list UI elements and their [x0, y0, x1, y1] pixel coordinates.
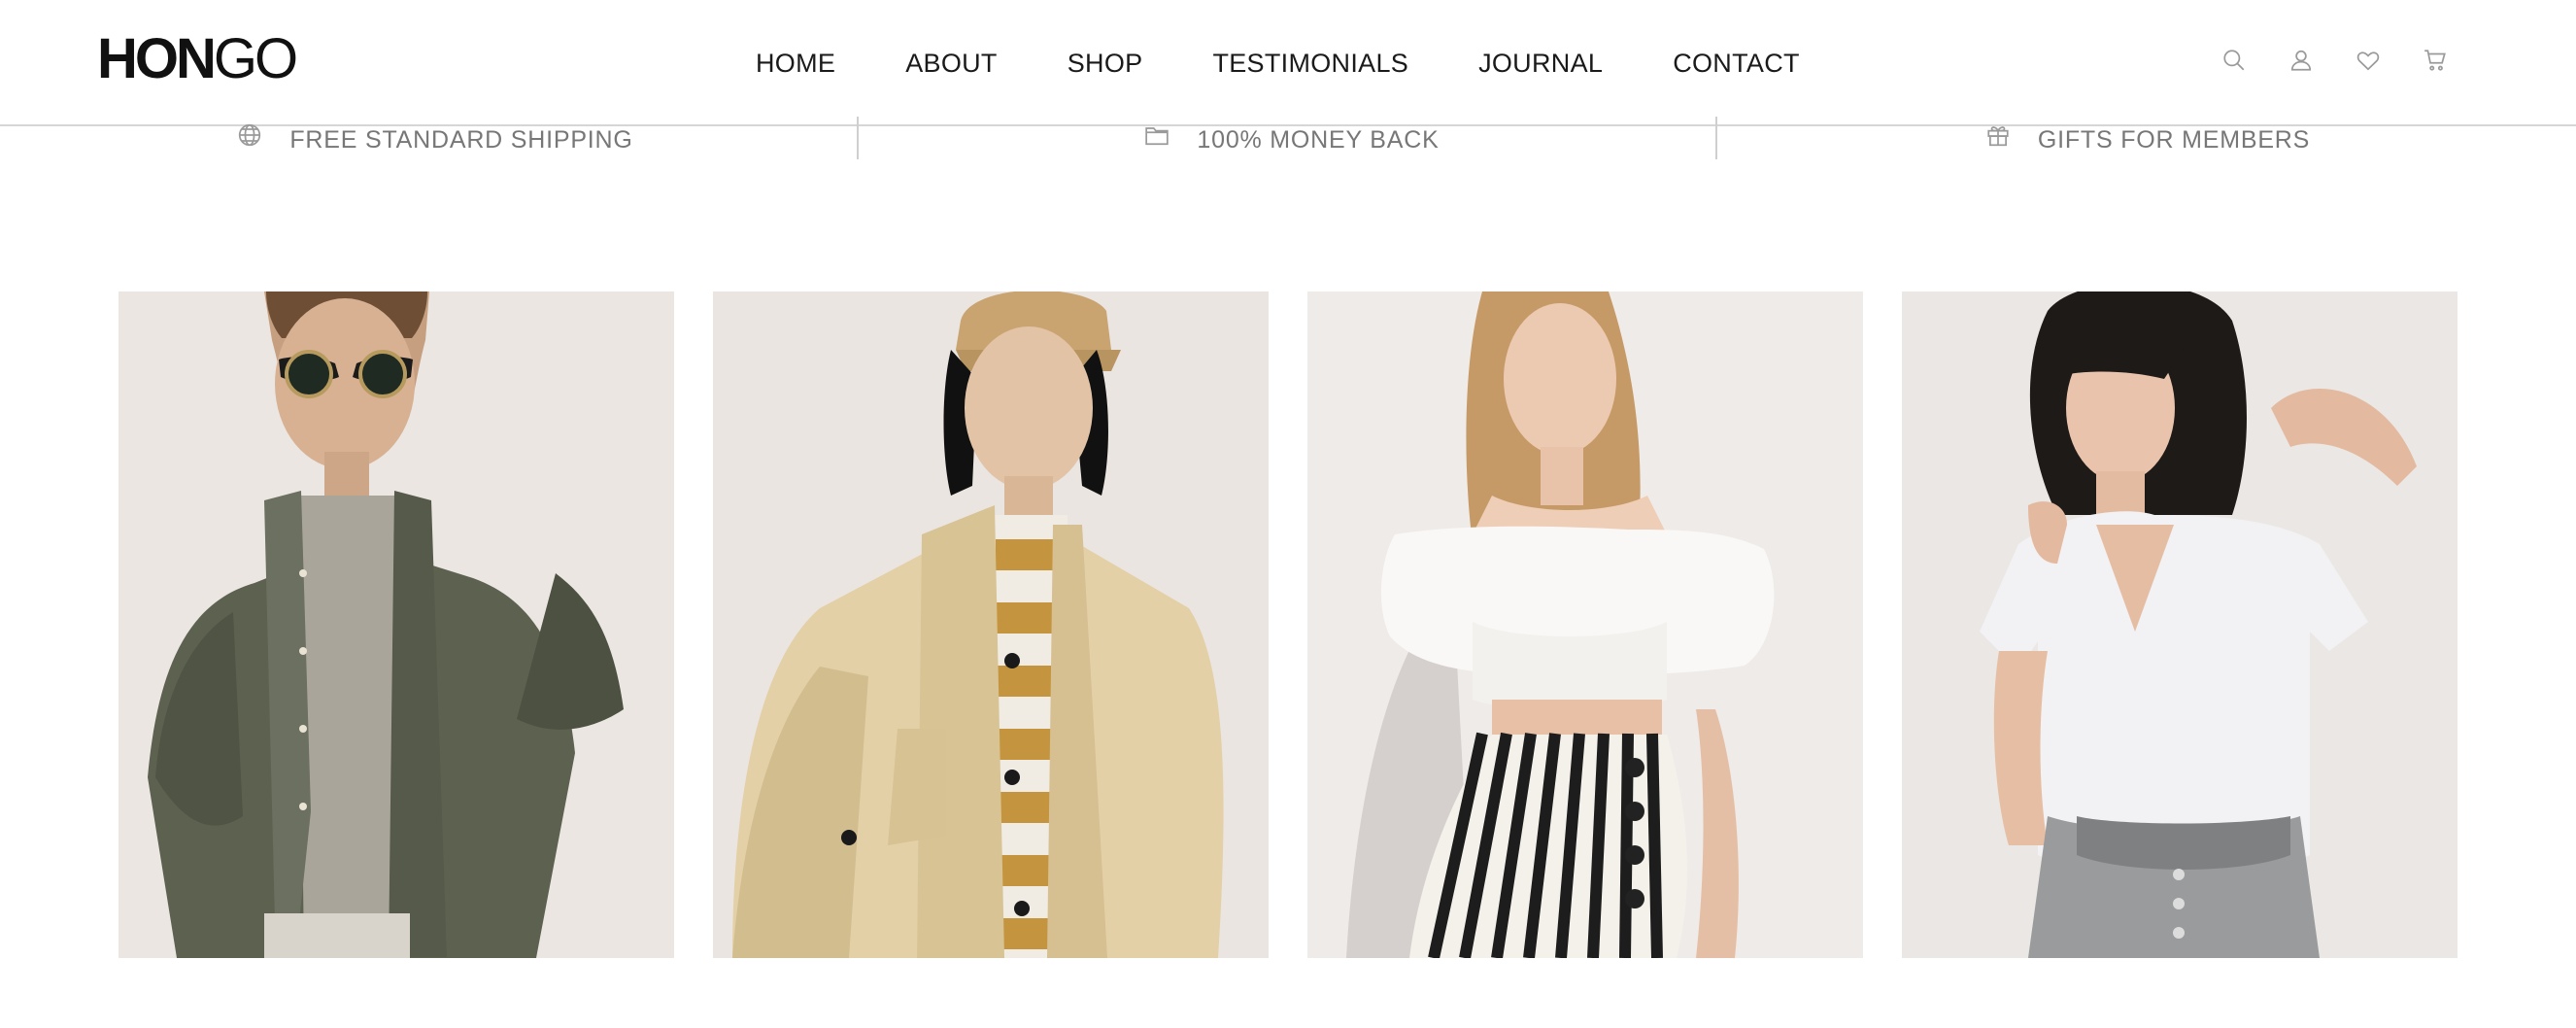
feature-money-back: 100% MONEY BACK: [859, 113, 1717, 159]
user-icon[interactable]: [2284, 43, 2319, 78]
cart-icon[interactable]: [2418, 43, 2453, 78]
product-image-olive-shirt: [119, 291, 674, 958]
product-card-white-top[interactable]: [1307, 291, 1863, 958]
nav-about[interactable]: ABOUT: [905, 47, 998, 80]
logo[interactable]: HONGO: [97, 27, 298, 90]
logo-text-bold: HON: [97, 27, 217, 90]
header-tools: [2217, 43, 2453, 78]
search-icon[interactable]: [2217, 43, 2252, 78]
site-header: HONGO HOME ABOUT SHOP TESTIMONIALS JOURN…: [0, 0, 2576, 126]
product-card-white-tee[interactable]: [1902, 291, 2457, 958]
main-nav: HOME ABOUT SHOP TESTIMONIALS JOURNAL CON…: [756, 47, 1800, 80]
product-image-white-top: [1307, 291, 1863, 958]
product-card-olive-shirt[interactable]: [119, 291, 674, 958]
feature-strip: FREE STANDARD SHIPPING 100% MONEY BACK G…: [0, 113, 2576, 159]
feature-money-back-label: 100% MONEY BACK: [1197, 125, 1440, 154]
product-grid: [119, 291, 2457, 958]
feature-gifts: GIFTS FOR MEMBERS: [1717, 113, 2576, 157]
globe-icon: [235, 120, 264, 150]
product-image-white-tee: [1902, 291, 2457, 958]
feature-gifts-label: GIFTS FOR MEMBERS: [2037, 125, 2311, 154]
nav-shop[interactable]: SHOP: [1068, 47, 1143, 80]
product-card-beige-coat[interactable]: [713, 291, 1269, 958]
nav-testimonials[interactable]: TESTIMONIALS: [1212, 47, 1408, 80]
heart-icon[interactable]: [2351, 43, 2386, 78]
nav-journal[interactable]: JOURNAL: [1478, 47, 1603, 80]
nav-home[interactable]: HOME: [756, 47, 835, 80]
folder-icon: [1142, 120, 1171, 150]
feature-shipping-label: FREE STANDARD SHIPPING: [289, 125, 633, 154]
logo-text-light: GO: [213, 27, 298, 90]
feature-shipping: FREE STANDARD SHIPPING: [0, 113, 859, 159]
nav-contact[interactable]: CONTACT: [1673, 47, 1800, 80]
gift-icon: [1983, 120, 2013, 150]
product-image-beige-coat: [713, 291, 1269, 958]
